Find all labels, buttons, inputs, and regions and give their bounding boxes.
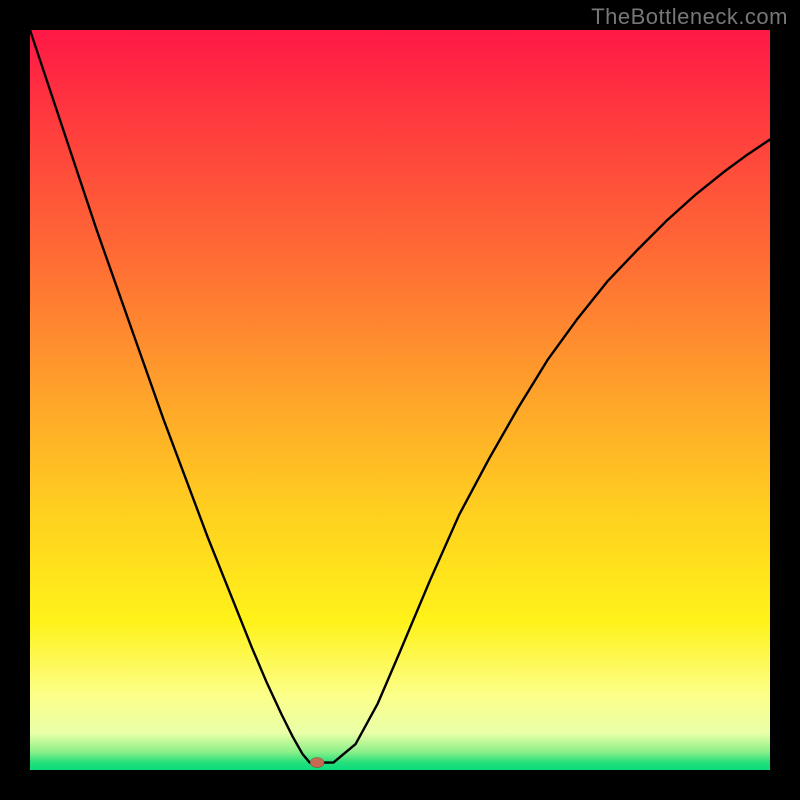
plot-area	[30, 30, 770, 770]
plot-svg	[30, 30, 770, 770]
watermark-text: TheBottleneck.com	[591, 4, 788, 30]
chart-frame: TheBottleneck.com	[0, 0, 800, 800]
bottleneck-curve	[30, 30, 770, 763]
optimal-marker	[310, 758, 324, 768]
